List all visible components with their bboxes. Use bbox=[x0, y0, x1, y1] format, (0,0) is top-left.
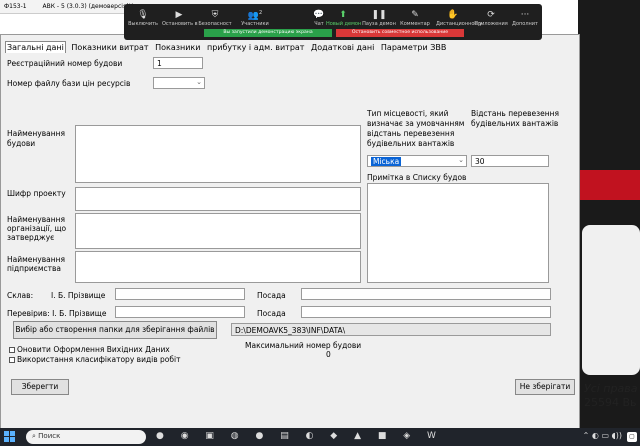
more-button[interactable]: ··· Дополнит bbox=[508, 10, 542, 27]
price-db-label: Номер файлу бази цін ресурсів bbox=[7, 79, 131, 88]
note-field[interactable] bbox=[367, 183, 549, 283]
composed-name-label: І. Б. Прізвище bbox=[51, 291, 106, 300]
locality-type-label: Тип місцевості, який визначає за умовчан… bbox=[367, 109, 465, 148]
checked-position-label: Посада bbox=[257, 309, 286, 318]
new-share-button[interactable]: ⬆ Новый демон bbox=[326, 10, 361, 27]
approving-org-label: Найменування організації, що затверджує bbox=[7, 215, 67, 242]
pen-icon: ✎ bbox=[411, 10, 419, 20]
stop-share-button[interactable]: Остановить совместное использование bbox=[336, 29, 464, 37]
tab-zvv-params[interactable]: Параметри ЗВВ bbox=[380, 42, 447, 53]
checkbox-box bbox=[9, 347, 15, 353]
folder-path-field: D:\DEMOAVK5_383\INF\DATA\ bbox=[231, 323, 551, 336]
reg-number-label: Реєстраційний номер будови bbox=[7, 59, 123, 68]
max-number-value: 0 bbox=[326, 350, 331, 359]
shield-icon: ⛨ bbox=[211, 10, 219, 20]
composed-label: Склав: bbox=[7, 291, 34, 300]
apps-icon: ⟳ bbox=[487, 10, 495, 20]
tab-indicators[interactable]: Показники bbox=[154, 42, 201, 53]
classifier-checkbox[interactable]: Використання класифікатору видів робіт bbox=[9, 355, 180, 364]
save-button[interactable]: Зберегти bbox=[11, 379, 69, 395]
remote-control-button[interactable]: ✋ Дистанционное у bbox=[436, 10, 482, 27]
note-label: Примітка в Списку будов bbox=[367, 173, 467, 182]
desktop-text-line1: Усі права bbox=[584, 382, 638, 395]
desktop-text-line2: 25594 Вь bbox=[584, 396, 637, 409]
composed-position-input[interactable] bbox=[301, 288, 551, 300]
notification-icon[interactable]: ▢ bbox=[627, 432, 637, 442]
pause-share-button[interactable]: ❚❚ Пауза демон bbox=[362, 10, 396, 27]
price-db-select[interactable]: ⌄ bbox=[153, 77, 205, 89]
mute-button[interactable]: 🎙 Выключить bbox=[126, 10, 160, 27]
system-tray[interactable]: ⌃ ◐ ▭ ◖)) bbox=[583, 431, 622, 440]
update-format-label: Оновити Оформлення Вихідних Даних bbox=[17, 345, 170, 354]
update-format-checkbox[interactable]: Оновити Оформлення Вихідних Даних bbox=[9, 345, 170, 354]
checked-label: Перевірив: І. Б. Прізвище bbox=[7, 309, 107, 318]
zoom-toolbar: 🎙 Выключить ▶ Остановить в ⛨ Безопасност 👥2… bbox=[124, 4, 542, 40]
no-save-button[interactable]: Не зберігати bbox=[515, 379, 575, 395]
security-button[interactable]: ⛨ Безопасност bbox=[198, 10, 232, 27]
video-icon: ▶ bbox=[175, 10, 183, 20]
locality-select[interactable]: Міська ⌄ bbox=[367, 155, 467, 167]
taskbar-search-placeholder: Поиск bbox=[38, 432, 61, 440]
tab-additional[interactable]: Додаткові дані bbox=[310, 42, 375, 53]
checkbox-box bbox=[9, 357, 15, 363]
approving-org-field[interactable] bbox=[75, 213, 361, 249]
tab-strip: Загальні дані Показники витрат Показники… bbox=[5, 41, 449, 55]
annotate-button[interactable]: ✎ Комментар bbox=[398, 10, 432, 27]
desktop-logo bbox=[582, 225, 640, 375]
mic-icon: 🎙 bbox=[137, 10, 149, 20]
tab-general[interactable]: Загальні дані bbox=[5, 41, 66, 53]
share-icon: ⬆ bbox=[339, 10, 347, 20]
distance-label: Відстань перевезення будівельних вантажі… bbox=[471, 109, 560, 128]
sharing-notice: Вы запустили демонстрацию экрана bbox=[204, 29, 332, 37]
choose-folder-button[interactable]: Вибір або створення папки для зберігання… bbox=[13, 321, 217, 339]
chevron-down-icon: ⌄ bbox=[458, 156, 464, 164]
people-icon: 👥2 bbox=[247, 10, 263, 21]
distance-input[interactable]: 30 bbox=[471, 155, 549, 167]
construction-name-label: Найменування будови bbox=[7, 129, 66, 148]
max-number-label: Максимальний номер будови bbox=[245, 341, 362, 350]
enterprise-label: Найменування підприємства bbox=[7, 255, 66, 273]
taskbar-search[interactable]: ⌕ Поиск bbox=[26, 430, 146, 444]
tab-cost-indicators[interactable]: Показники витрат bbox=[70, 42, 149, 53]
taskbar: ⌕ Поиск ● ◉ ▣ ◍ ● ▤ ◐ ◆ ▲ ■ ◈ W ⌃ ◐ ▭ ◖)… bbox=[0, 428, 640, 446]
dialog: Загальні дані Показники витрат Показники… bbox=[0, 34, 580, 430]
remote-icon: ✋ bbox=[447, 10, 459, 20]
composed-name-input[interactable] bbox=[115, 288, 245, 300]
window-title-left: Ф153-1 bbox=[4, 3, 27, 10]
desktop-red-band bbox=[578, 170, 640, 200]
pause-icon: ❚❚ bbox=[371, 10, 387, 20]
construction-name-field[interactable] bbox=[75, 125, 361, 183]
windows-start-icon[interactable] bbox=[4, 431, 15, 442]
taskbar-apps[interactable]: ● ◉ ▣ ◍ ● ▤ ◐ ◆ ▲ ■ ◈ W bbox=[156, 431, 443, 441]
more-icon: ··· bbox=[520, 10, 530, 20]
chevron-down-icon: ⌄ bbox=[196, 78, 202, 86]
composed-position-label: Посада bbox=[257, 291, 286, 300]
participants-button[interactable]: 👥2 Участники bbox=[238, 10, 272, 27]
reg-number-input[interactable]: 1 bbox=[153, 57, 203, 69]
classifier-label: Використання класифікатору видів робіт bbox=[17, 355, 181, 364]
apps-button[interactable]: ⟳ Приложения bbox=[474, 10, 508, 27]
stop-video-button[interactable]: ▶ Остановить в bbox=[162, 10, 198, 27]
enterprise-field[interactable] bbox=[75, 251, 361, 283]
project-code-label: Шифр проекту bbox=[7, 189, 66, 198]
locality-value: Міська bbox=[371, 157, 402, 166]
project-code-field[interactable] bbox=[75, 187, 361, 211]
checked-position-input[interactable] bbox=[301, 306, 551, 318]
tab-profit[interactable]: прибутку і адм. витрат bbox=[206, 42, 305, 53]
checked-name-input[interactable] bbox=[115, 306, 245, 318]
